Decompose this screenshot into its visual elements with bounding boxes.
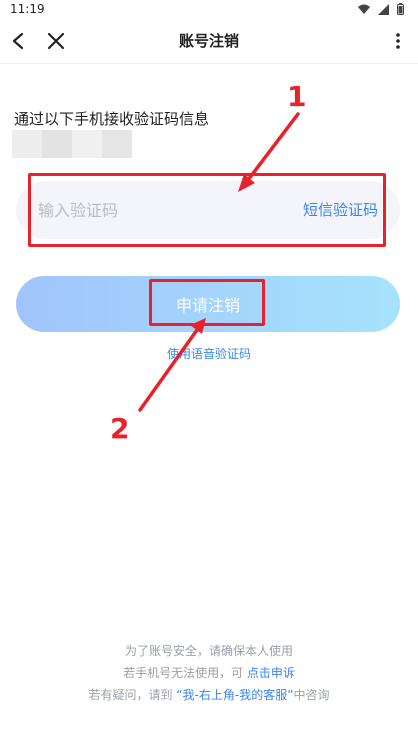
footer-line-1: 为了账号安全，请确保本人使用 (124, 644, 293, 658)
footer-line-2-text: 若手机号无法使用，可 (123, 666, 247, 680)
footer-line-2: 若手机号无法使用，可 点击申诉 (0, 662, 418, 684)
more-button[interactable] (384, 27, 412, 55)
annotation-number-1: 1 (287, 80, 307, 113)
back-arrow-icon (12, 32, 24, 50)
signal-icon (378, 3, 389, 15)
close-button[interactable] (42, 27, 70, 55)
footer-notice: 为了账号安全，请确保本人使用 若手机号无法使用，可 点击申诉 若有疑问，请到 “… (0, 640, 418, 706)
annotation-number-2: 2 (110, 412, 130, 445)
voice-code-link[interactable]: 使用语音验证码 (0, 345, 418, 362)
footer-line-3-text: 若有疑问，请到 (88, 688, 177, 702)
footer-line-3-suffix: 中咨询 (293, 688, 330, 702)
battery-icon (397, 3, 404, 15)
status-bar: 11:19 (0, 0, 418, 18)
arrow-2-shaft (138, 328, 199, 412)
wifi-icon (358, 4, 370, 14)
phone-info-text: 通过以下手机接收验证码信息 (14, 110, 210, 128)
appeal-link[interactable]: 点击申诉 (247, 666, 295, 680)
arrow-1-shaft (246, 112, 300, 182)
customer-service-link[interactable]: “我-右上角-我的客服” (176, 688, 293, 702)
back-button[interactable] (4, 27, 32, 55)
nav-bar: 账号注销 (0, 18, 418, 64)
more-vertical-icon (396, 33, 400, 49)
highlight-box-apply-button (149, 279, 265, 326)
status-icons (358, 3, 404, 15)
masked-phone-number (12, 130, 132, 158)
status-time: 11:19 (10, 2, 45, 16)
highlight-box-code-field (28, 173, 386, 247)
footer-line-3: 若有疑问，请到 “我-右上角-我的客服”中咨询 (0, 684, 418, 706)
close-icon (47, 32, 65, 50)
